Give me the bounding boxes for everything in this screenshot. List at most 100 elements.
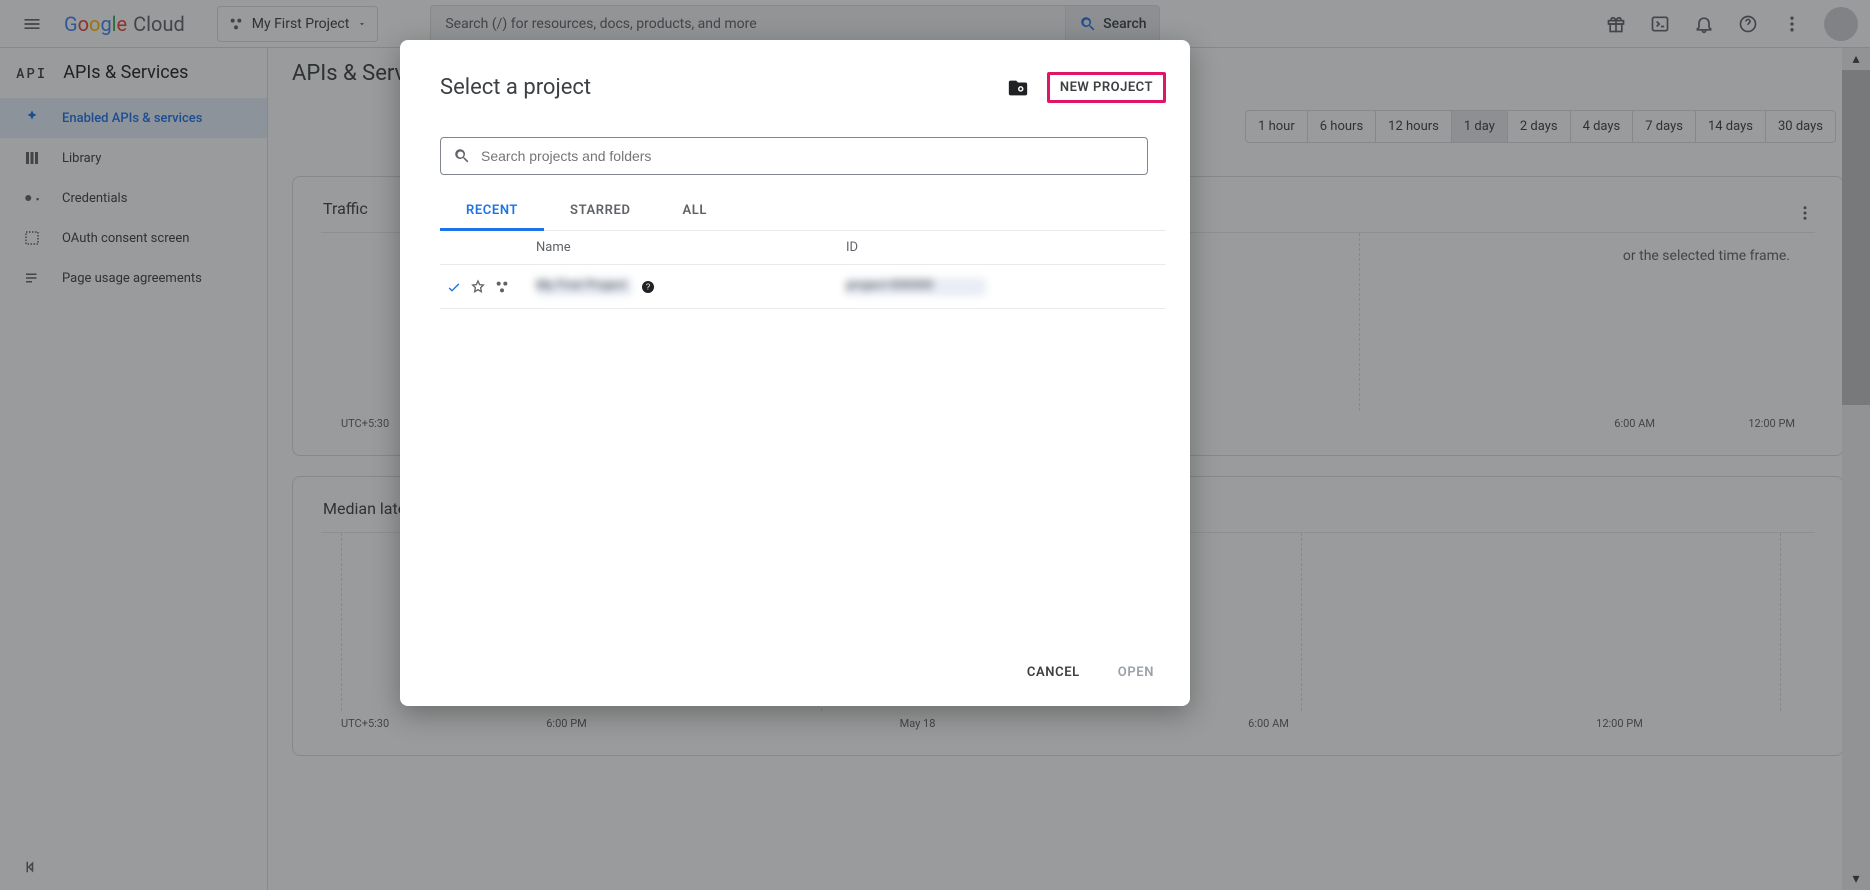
card-menu-icon[interactable] (1785, 193, 1825, 233)
project-type-icon (494, 279, 510, 295)
api-badge: API (16, 63, 47, 82)
chevron-left-icon (22, 858, 40, 876)
chart-gridline (341, 533, 342, 711)
project-name-cell: My First Project ? (536, 278, 846, 296)
chevron-down-icon (357, 19, 367, 29)
cloud-shell-icon[interactable] (1640, 4, 1680, 44)
axis-timezone: UTC+5:30 (341, 417, 391, 430)
scroll-up-icon[interactable]: ▴ (1842, 48, 1870, 70)
help-icon[interactable] (1728, 4, 1768, 44)
sidebar-header: API APIs & Services (0, 48, 268, 98)
key-icon (22, 189, 42, 207)
sidebar: API APIs & Services Enabled APIs & servi… (0, 48, 268, 890)
search-placeholder: Search (/) for resources, docs, products… (445, 16, 756, 32)
time-range-12hours[interactable]: 12 hours (1375, 111, 1451, 142)
tab-recent[interactable]: RECENT (440, 193, 544, 231)
consent-icon (22, 229, 42, 247)
time-range-label: 7 days (1645, 119, 1683, 134)
window-scrollbar[interactable]: ▴ ▾ (1842, 48, 1870, 890)
time-range-picker: 1 hour 6 hours 12 hours 1 day 2 days 4 d… (1245, 110, 1836, 143)
open-label: OPEN (1118, 665, 1154, 680)
gift-icon[interactable] (1596, 4, 1636, 44)
google-cloud-logo[interactable]: Google Cloud (64, 12, 185, 36)
notifications-icon[interactable] (1684, 4, 1724, 44)
svg-text:?: ? (646, 282, 651, 291)
sidebar-item-enabled-apis[interactable]: Enabled APIs & services (0, 98, 267, 138)
project-id-cell: project-000000 (846, 278, 1166, 296)
column-header-id: ID (846, 240, 1166, 255)
sidebar-item-library[interactable]: Library (0, 138, 267, 178)
cancel-label: CANCEL (1027, 665, 1080, 680)
modal-header: Select a project NEW PROJECT (440, 72, 1166, 103)
search-button[interactable]: Search (1065, 5, 1160, 43)
new-folder-icon[interactable] (1007, 77, 1029, 99)
project-tabs: RECENT STARRED ALL (440, 193, 1166, 231)
time-range-4days[interactable]: 4 days (1570, 111, 1633, 142)
more-vert-icon[interactable] (1772, 4, 1812, 44)
chart-gridline (1780, 533, 1781, 711)
no-data-fragment: or the selected time frame. (1623, 248, 1790, 264)
sidebar-item-label: Credentials (62, 191, 127, 206)
time-range-1hour[interactable]: 1 hour (1246, 111, 1307, 142)
time-range-7days[interactable]: 7 days (1632, 111, 1695, 142)
time-range-label: 14 days (1708, 119, 1753, 134)
axis-label: 6:00 PM (391, 717, 742, 730)
help-solid-icon[interactable]: ? (640, 279, 656, 295)
global-search: Search (/) for resources, docs, products… (430, 5, 1160, 43)
chart-gridline (1301, 533, 1302, 711)
scroll-thumb[interactable] (1842, 70, 1870, 405)
project-icon (228, 16, 244, 32)
topbar-right-icons (1596, 4, 1858, 44)
project-selector-chip[interactable]: My First Project (217, 6, 379, 42)
sidebar-item-label: Library (62, 151, 101, 166)
project-table: Name ID My First Project ? project-00000… (440, 231, 1166, 309)
tab-starred[interactable]: STARRED (544, 193, 656, 230)
sidebar-item-credentials[interactable]: Credentials (0, 178, 267, 218)
enabled-apis-icon (22, 109, 42, 127)
sidebar-item-label: Page usage agreements (62, 271, 202, 286)
redacted-id: project-000000 (846, 278, 986, 296)
time-range-label: 30 days (1778, 119, 1823, 134)
table-header: Name ID (440, 231, 1166, 265)
sidebar-item-label: Enabled APIs & services (62, 111, 202, 126)
cloud-word: Cloud (133, 12, 185, 36)
tab-label: ALL (683, 203, 708, 218)
scroll-down-icon[interactable]: ▾ (1842, 868, 1870, 890)
search-icon (1079, 15, 1097, 33)
chart-gridline (1359, 233, 1360, 411)
user-avatar[interactable] (1824, 7, 1858, 41)
sidebar-item-oauth[interactable]: OAuth consent screen (0, 218, 267, 258)
sidebar-collapse-button[interactable] (0, 844, 267, 890)
tab-label: RECENT (466, 203, 518, 218)
latency-axis: UTC+5:30 6:00 PM May 18 6:00 AM 12:00 PM (293, 711, 1843, 730)
modal-title: Select a project (440, 75, 591, 100)
new-project-label: NEW PROJECT (1060, 80, 1153, 95)
modal-actions: CANCEL OPEN (440, 657, 1166, 688)
time-range-6hours[interactable]: 6 hours (1307, 111, 1375, 142)
google-logo-text: Google (64, 12, 127, 36)
hamburger-menu-icon[interactable] (12, 4, 52, 44)
time-range-30days[interactable]: 30 days (1765, 111, 1835, 142)
new-project-button[interactable]: NEW PROJECT (1047, 72, 1166, 103)
star-outline-icon[interactable] (470, 279, 486, 295)
axis-label: 12:00 PM (1655, 417, 1795, 430)
tab-all[interactable]: ALL (657, 193, 734, 230)
tab-label: STARRED (570, 203, 630, 218)
open-button[interactable]: OPEN (1112, 657, 1160, 688)
cancel-button[interactable]: CANCEL (1021, 657, 1086, 688)
sidebar-item-page-usage[interactable]: Page usage agreements (0, 258, 267, 298)
modal-header-actions: NEW PROJECT (1007, 72, 1166, 103)
search-input-wrapper[interactable]: Search (/) for resources, docs, products… (430, 5, 1065, 43)
time-range-2days[interactable]: 2 days (1507, 111, 1570, 142)
project-row[interactable]: My First Project ? project-000000 (440, 265, 1166, 309)
time-range-1day[interactable]: 1 day (1451, 111, 1507, 142)
project-search-input[interactable] (481, 148, 1135, 164)
time-range-14days[interactable]: 14 days (1695, 111, 1765, 142)
scroll-track[interactable] (1842, 70, 1870, 868)
project-chip-label: My First Project (252, 16, 350, 32)
time-range-label: 4 days (1583, 119, 1621, 134)
axis-label: May 18 (742, 717, 1093, 730)
project-search[interactable] (440, 137, 1148, 175)
time-range-label: 1 hour (1258, 119, 1295, 134)
time-range-label: 1 day (1464, 119, 1495, 134)
